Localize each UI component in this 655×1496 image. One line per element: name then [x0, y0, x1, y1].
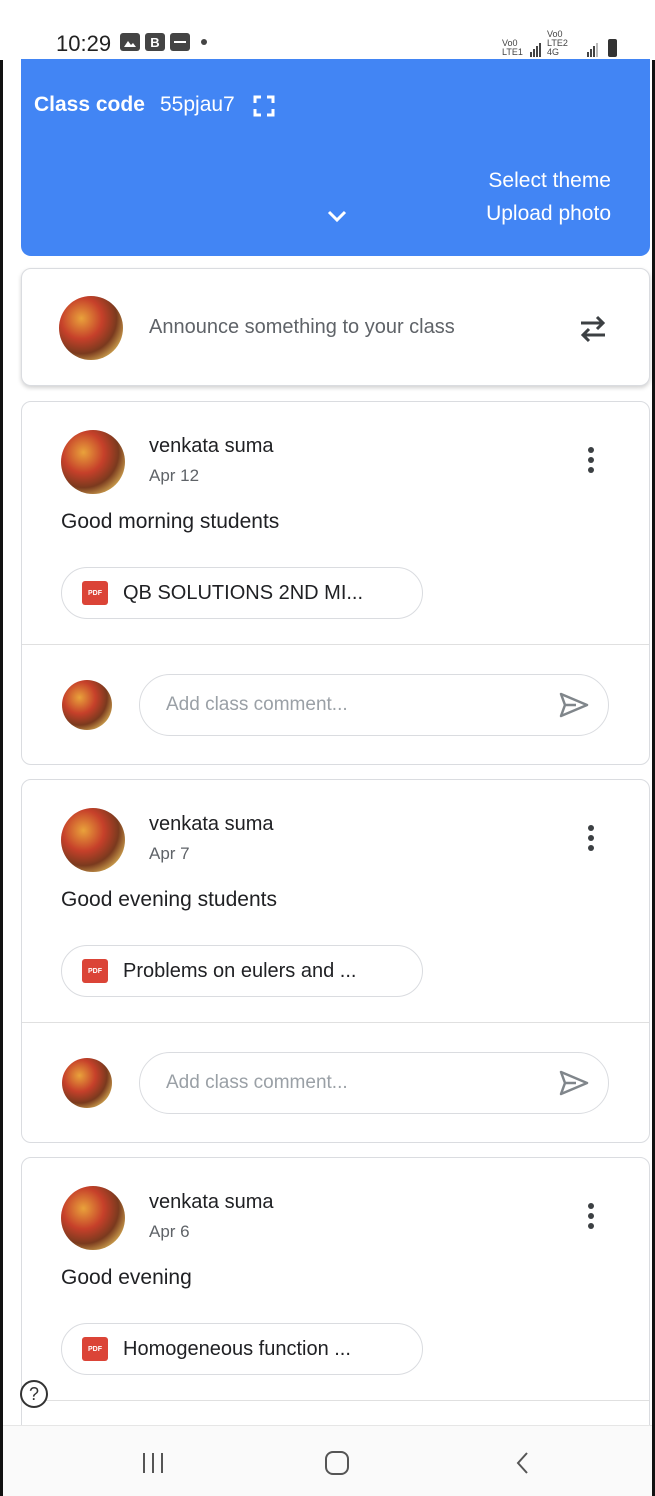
stream-post: venkata suma Apr 7 Good evening students… [21, 779, 650, 1143]
avatar [59, 296, 123, 360]
avatar [61, 808, 125, 872]
upload-photo-link[interactable]: Upload photo [486, 202, 611, 226]
b-icon: B [145, 33, 165, 51]
repost-icon[interactable] [578, 311, 608, 345]
signal-2-icon [587, 43, 598, 57]
post-text: Good evening students [61, 888, 277, 911]
class-banner: Class code 55pjau7 Select theme Upload p… [21, 59, 650, 256]
announce-card[interactable]: Announce something to your class [21, 268, 650, 386]
stream-post: venkata suma Apr 12 Good morning student… [21, 401, 650, 765]
divider [22, 1400, 649, 1401]
pdf-icon: PDF [82, 1337, 108, 1361]
system-nav-bar [3, 1425, 652, 1496]
poster-name: venkata suma [149, 435, 274, 457]
class-code-value: 55pjau7 [160, 93, 235, 116]
status-system-icons: Vo0 LTE1 Vo0 LTE2 4G [502, 30, 617, 57]
attachment-chip[interactable]: PDF Problems on eulers and ... [61, 945, 423, 997]
sim1-label: Vo0 LTE1 [502, 38, 523, 57]
announce-placeholder[interactable]: Announce something to your class [149, 316, 455, 339]
attachment-title: Problems on eulers and ... [123, 960, 357, 982]
fullscreen-icon[interactable] [253, 95, 275, 117]
send-icon[interactable] [558, 1069, 590, 1097]
send-icon[interactable] [558, 691, 590, 719]
back-button[interactable] [513, 1450, 533, 1476]
chevron-down-icon[interactable] [327, 209, 347, 223]
pdf-icon: PDF [82, 959, 108, 983]
avatar [62, 1058, 112, 1108]
more-options-icon[interactable] [588, 447, 596, 477]
help-icon[interactable]: ? [20, 1380, 48, 1408]
gallery-icon [120, 33, 140, 51]
status-bar: 10:29 B Vo0 LTE1 Vo0 LTE2 4G [0, 0, 655, 60]
post-date: Apr 7 [149, 844, 190, 863]
recents-button[interactable] [143, 1453, 163, 1473]
avatar [61, 430, 125, 494]
pdf-icon: PDF [82, 581, 108, 605]
comment-placeholder: Add class comment... [166, 1072, 348, 1093]
comment-placeholder: Add class comment... [166, 694, 348, 715]
divider [22, 1022, 649, 1023]
home-button[interactable] [325, 1451, 349, 1475]
comment-input[interactable]: Add class comment... [139, 674, 609, 736]
attachment-chip[interactable]: PDF QB SOLUTIONS 2ND MI... [61, 567, 423, 619]
select-theme-link[interactable]: Select theme [488, 169, 611, 193]
more-options-icon[interactable] [588, 1203, 596, 1233]
notification-dot-icon [201, 39, 207, 45]
attachment-title: QB SOLUTIONS 2ND MI... [123, 582, 364, 604]
avatar [61, 1186, 125, 1250]
post-date: Apr 6 [149, 1222, 190, 1241]
class-code-label: Class code [34, 93, 145, 116]
poster-name: venkata suma [149, 1191, 274, 1213]
sim2-label: Vo0 LTE2 4G [547, 29, 568, 57]
stream-post: venkata suma Apr 6 Good evening PDF Homo… [21, 1157, 650, 1457]
signal-1-icon [530, 43, 541, 57]
attachment-chip[interactable]: PDF Homogeneous function ... [61, 1323, 423, 1375]
battery-icon [608, 39, 617, 57]
divider [22, 644, 649, 645]
post-date: Apr 12 [149, 466, 200, 485]
status-time: 10:29 [56, 31, 112, 56]
comment-input[interactable]: Add class comment... [139, 1052, 609, 1114]
post-text: Good evening [61, 1266, 192, 1289]
poster-name: venkata suma [149, 813, 274, 835]
attachment-title: Homogeneous function ... [123, 1338, 351, 1360]
status-notification-icons: B [120, 33, 207, 51]
post-text: Good morning students [61, 510, 280, 533]
message-icon [170, 33, 190, 51]
more-options-icon[interactable] [588, 825, 596, 855]
avatar [62, 680, 112, 730]
